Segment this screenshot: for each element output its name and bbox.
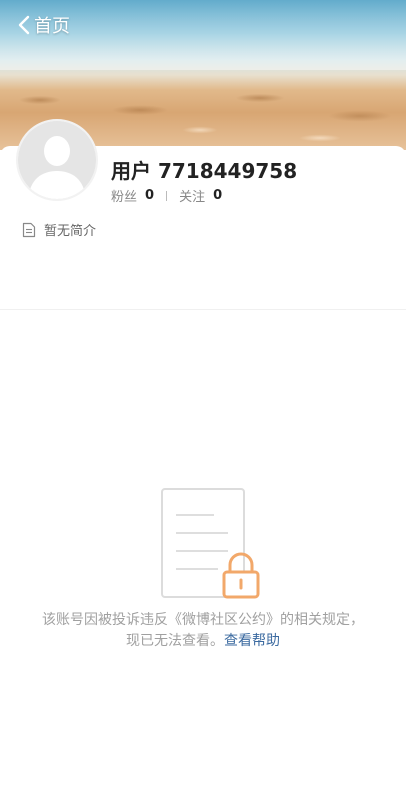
avatar-placeholder bbox=[18, 121, 96, 199]
locked-document-illustration bbox=[161, 488, 260, 599]
following-stat[interactable]: 关注 0 bbox=[179, 186, 222, 205]
bio-text: 暂无简介 bbox=[44, 224, 97, 239]
following-label: 关注 bbox=[179, 190, 206, 205]
section-divider bbox=[0, 309, 406, 310]
bio-row: 暂无简介 bbox=[22, 220, 96, 239]
followers-count: 0 bbox=[145, 188, 155, 203]
profile-stats: 粉丝 0 关注 0 bbox=[111, 186, 222, 205]
help-link[interactable]: 查看帮助 bbox=[224, 633, 280, 649]
followers-stat[interactable]: 粉丝 0 bbox=[111, 186, 154, 205]
stats-divider bbox=[166, 190, 168, 201]
notice-text: 该账号因被投诉违反《微博社区公约》的相关规定，现已无法查看。 bbox=[42, 612, 364, 649]
blocked-notice: 该账号因被投诉违反《微博社区公约》的相关规定，现已无法查看。查看帮助 bbox=[40, 610, 366, 652]
chevron-left-icon bbox=[18, 15, 30, 35]
following-count: 0 bbox=[213, 188, 223, 203]
username: 用户 7718449758 bbox=[111, 159, 298, 183]
avatar[interactable] bbox=[16, 119, 98, 201]
followers-label: 粉丝 bbox=[111, 190, 138, 205]
back-button[interactable]: 首页 bbox=[18, 12, 70, 38]
document-icon bbox=[22, 222, 36, 237]
back-label: 首页 bbox=[34, 16, 70, 37]
